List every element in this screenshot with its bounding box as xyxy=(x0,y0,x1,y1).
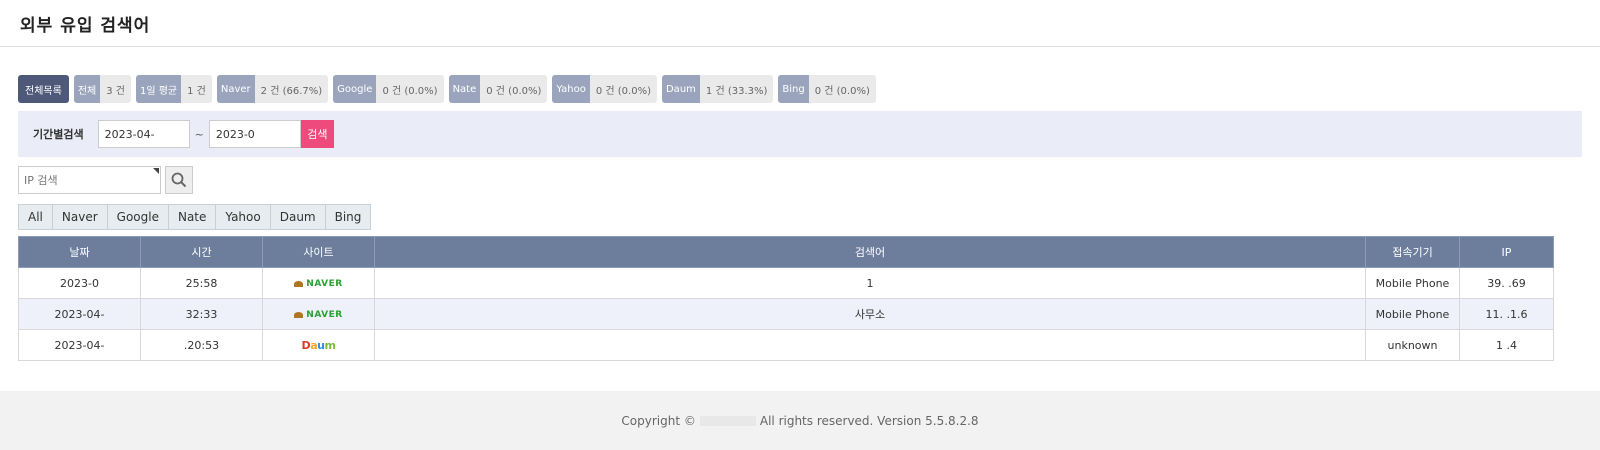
dropdown-corner-icon xyxy=(153,168,159,174)
stats-bar: 전체목록 전체 3 건 1일 평균 1 건 Naver 2 건 (66.7%) … xyxy=(18,75,1582,103)
stat-value: 0 건 (0.0%) xyxy=(480,75,548,103)
column-header-device: 접속기기 xyxy=(1365,236,1460,268)
table-row: 2023-04- .20:53 Daum unknown 1 .4 xyxy=(18,329,1554,361)
end-date-input[interactable] xyxy=(208,120,301,148)
all-list-button[interactable]: 전체목록 xyxy=(18,75,69,103)
period-search-title: 기간별검색 xyxy=(33,128,84,141)
daum-logo-icon: Daum xyxy=(301,338,336,352)
column-header-date: 날짜 xyxy=(18,236,141,268)
column-header-site: 사이트 xyxy=(262,236,375,268)
stat-label: 1일 평균 xyxy=(135,75,182,103)
naver-logo-icon: NAVER xyxy=(294,279,342,289)
stat-nate[interactable]: Nate 0 건 (0.0%) xyxy=(448,75,548,103)
stat-value: 2 건 (66.7%) xyxy=(254,75,329,103)
tab-bing[interactable]: Bing xyxy=(325,204,372,230)
ip-search-input[interactable] xyxy=(18,166,161,194)
naver-logo-icon: NAVER xyxy=(294,310,342,320)
cell-device: Mobile Phone xyxy=(1365,298,1460,330)
table-header-row: 날짜 시간 사이트 검색어 접속기기 IP xyxy=(18,236,1554,268)
stat-label: Google xyxy=(333,75,377,103)
stat-bing[interactable]: Bing 0 건 (0.0%) xyxy=(778,75,876,103)
ip-search-wrapper xyxy=(18,166,161,194)
cell-keyword: 1 xyxy=(374,267,1366,299)
stat-value: 1 건 xyxy=(181,75,212,103)
tab-naver[interactable]: Naver xyxy=(52,204,108,230)
stat-label: Bing xyxy=(778,75,809,103)
tab-daum[interactable]: Daum xyxy=(270,204,326,230)
stat-daum[interactable]: Daum 1 건 (33.3%) xyxy=(661,75,774,103)
period-search-button[interactable]: 검색 xyxy=(300,120,334,148)
cell-date: 2023-0 xyxy=(18,267,141,299)
cell-site: NAVER xyxy=(262,298,375,330)
ip-search-row xyxy=(18,166,1582,194)
stat-label: Nate xyxy=(448,75,481,103)
stat-yahoo[interactable]: Yahoo 0 건 (0.0%) xyxy=(552,75,657,103)
stat-total[interactable]: 전체 3 건 xyxy=(73,75,131,103)
main-content: 전체목록 전체 3 건 1일 평균 1 건 Naver 2 건 (66.7%) … xyxy=(0,75,1600,361)
cell-time: 25:58 xyxy=(140,267,263,299)
cell-ip: 39. .69 xyxy=(1459,267,1554,299)
stat-daily-average[interactable]: 1일 평균 1 건 xyxy=(135,75,212,103)
page-header: 외부 유입 검색어 xyxy=(0,0,1600,47)
table-row: 2023-0 25:58 NAVER 1 Mobile Phone 39. .6… xyxy=(18,267,1554,299)
stat-value: 0 건 (0.0%) xyxy=(808,75,876,103)
tab-google[interactable]: Google xyxy=(107,204,169,230)
cell-device: Mobile Phone xyxy=(1365,267,1460,299)
tab-all[interactable]: All xyxy=(18,204,53,230)
stat-value: 0 건 (0.0%) xyxy=(376,75,444,103)
column-header-keyword: 검색어 xyxy=(374,236,1366,268)
column-header-time: 시간 xyxy=(140,236,263,268)
stat-value: 1 건 (33.3%) xyxy=(699,75,774,103)
stat-google[interactable]: Google 0 건 (0.0%) xyxy=(333,75,444,103)
cell-keyword xyxy=(374,329,1366,361)
footer: Copyright © All rights reserved. Version… xyxy=(0,391,1600,450)
tab-yahoo[interactable]: Yahoo xyxy=(216,204,271,230)
redacted-owner xyxy=(699,415,756,426)
site-filter-tabs: All Naver Google Nate Yahoo Daum Bing xyxy=(18,204,1582,230)
date-range-separator: ~ xyxy=(194,127,204,141)
stat-label: Yahoo xyxy=(552,75,590,103)
page-title: 외부 유입 검색어 xyxy=(20,16,151,36)
cell-site: NAVER xyxy=(262,267,375,299)
cell-keyword: 사무소 xyxy=(374,298,1366,330)
keyword-table: 날짜 시간 사이트 검색어 접속기기 IP 2023-0 25:58 NAVER… xyxy=(18,236,1554,361)
stat-value: 0 건 (0.0%) xyxy=(589,75,657,103)
column-header-ip: IP xyxy=(1459,236,1554,268)
cell-site: Daum xyxy=(262,329,375,361)
copyright-prefix: Copyright © xyxy=(621,413,696,428)
cell-time: 32:33 xyxy=(140,298,263,330)
stat-label: Naver xyxy=(216,75,255,103)
table-row: 2023-04- 32:33 NAVER 사무소 Mobile Phone 11… xyxy=(18,298,1554,330)
cell-device: unknown xyxy=(1365,329,1460,361)
stat-label: Daum xyxy=(661,75,700,103)
cell-date: 2023-04- xyxy=(18,329,141,361)
cell-time: .20:53 xyxy=(140,329,263,361)
stat-label: 전체 xyxy=(73,75,101,103)
stat-value: 3 건 xyxy=(100,75,131,103)
tab-nate[interactable]: Nate xyxy=(168,204,217,230)
copyright-suffix: All rights reserved. Version 5.5.8.2.8 xyxy=(759,413,979,428)
ip-search-button[interactable] xyxy=(165,166,193,194)
cell-date: 2023-04- xyxy=(18,298,141,330)
period-search-panel: 기간별검색 ~ 검색 xyxy=(18,111,1582,157)
stat-naver[interactable]: Naver 2 건 (66.7%) xyxy=(216,75,329,103)
all-list-label: 전체목록 xyxy=(18,75,69,103)
cell-ip: 1 .4 xyxy=(1459,329,1554,361)
start-date-input[interactable] xyxy=(97,120,190,148)
search-icon xyxy=(171,172,187,188)
cell-ip: 11. .1.6 xyxy=(1459,298,1554,330)
